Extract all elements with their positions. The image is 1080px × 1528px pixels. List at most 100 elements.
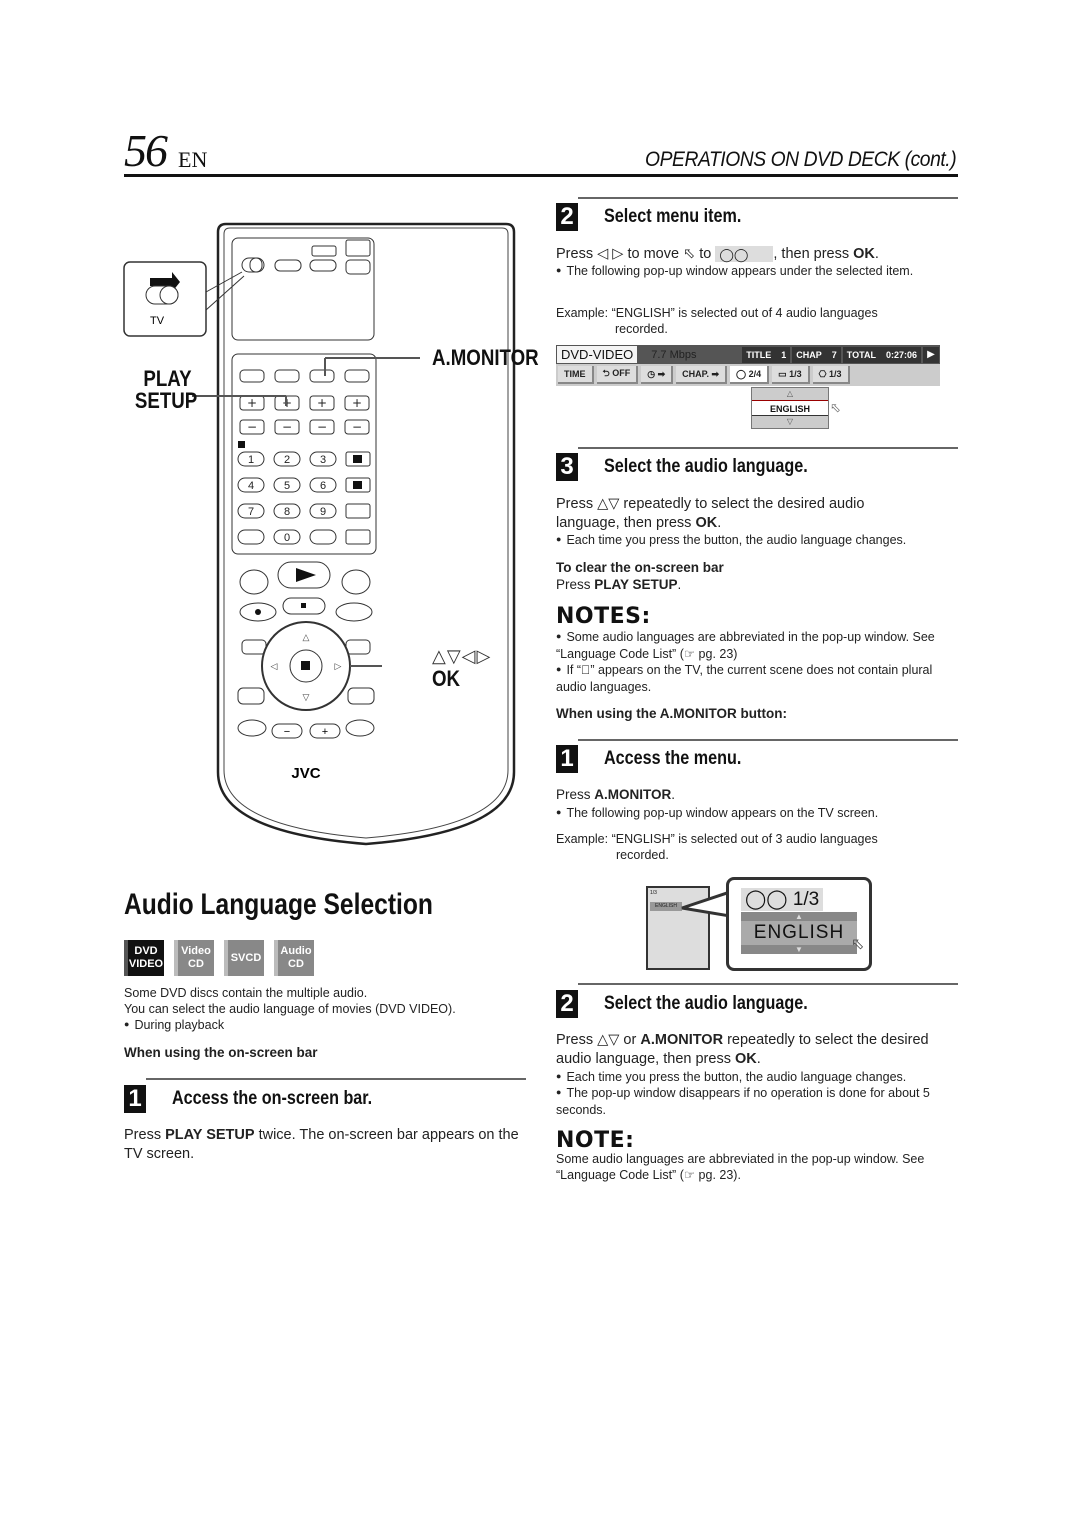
audio-count: ◯◯ 1/3 [741, 888, 824, 911]
step-2-heading: 2 Select menu item. [556, 203, 766, 231]
svg-text:◁: ◁ [271, 661, 278, 671]
left-step-1-text: Press PLAY SETUP twice. The on-screen ba… [124, 1127, 519, 1162]
svg-text:8: 8 [284, 506, 290, 518]
audio-icon-box: ◯◯ [715, 246, 774, 263]
svg-text:+: + [247, 396, 257, 410]
section-title: OPERATIONS ON DVD DECK (cont.) [644, 148, 957, 171]
disc-type: DVD-VIDEO [557, 346, 638, 363]
title-box: TITLE 1 [742, 346, 791, 363]
left-step-1-heading: 1 Access the on-screen bar. [124, 1085, 408, 1113]
svg-text:+: + [317, 396, 327, 410]
svg-text:−: − [317, 420, 327, 434]
badge-video-cd: Video CD [174, 940, 214, 976]
section-heading: Audio Language Selection [124, 888, 433, 921]
a-monitor-heading: When using the A.MONITOR button: [556, 706, 787, 721]
step-2-bullet: The following pop-up window appears unde… [556, 263, 956, 280]
step-2-text: Press ◁ ▷ to move ⬁ to ◯◯, then press OK… [556, 246, 879, 263]
disc-badges: DVD VIDEO Video CD SVCD Audio CD [124, 940, 314, 976]
svg-text:+: + [352, 396, 362, 410]
osd-chapter-button[interactable]: CHAP. ➡ [676, 366, 728, 384]
svg-text:2: 2 [284, 454, 290, 466]
play-icon: ▶ [923, 346, 939, 363]
step-rule [578, 447, 958, 449]
a-monitor-label: A.MONITOR [432, 345, 539, 370]
svg-text:+: + [322, 726, 328, 738]
note-item: If “⃠” appears on the TV, the current sc… [556, 662, 961, 695]
up-arrow: ▲ [741, 912, 857, 921]
osd-angle-button[interactable]: ⎔ 1/3 [812, 366, 850, 384]
arrow-keys-label: △▽◁▷ [432, 646, 492, 666]
clear-bar-heading: To clear the on-screen bar [556, 560, 724, 575]
svg-text:△: △ [303, 632, 310, 642]
mini-count: 1/3 [650, 890, 657, 896]
svg-text:−: − [284, 726, 290, 738]
osd-subtitle-button[interactable]: ▭ 1/3 [772, 366, 810, 384]
chap-box: CHAP 7 [792, 346, 841, 363]
step-rule [146, 1078, 526, 1080]
svg-text:4: 4 [248, 480, 254, 492]
total-box: TOTAL 0:27:06 [842, 346, 921, 363]
onscreen-bar: DVD-VIDEO 7.7 Mbps TITLE 1 CHAP 7 TOTAL 0:2… [556, 345, 940, 386]
page-language: EN [178, 147, 208, 172]
am-step-2-bullet: The pop-up window disappears if no opera… [556, 1085, 946, 1118]
step-2-example: Example: “ENGLISH” is selected out of 4 … [556, 306, 878, 320]
svg-text:3: 3 [320, 454, 326, 466]
badge-audio-cd: Audio CD [274, 940, 314, 976]
step-3-text: Press △▽ repeatedly to select the desire… [556, 496, 865, 531]
selected-language: ENGLISH [741, 921, 857, 945]
down-arrow: ▼ [741, 945, 857, 954]
header-rule [124, 174, 958, 177]
am-step-2-heading: 2 Select the audio language. [556, 990, 844, 1018]
svg-text:5: 5 [284, 480, 290, 492]
audio-popup: △ ENGLISH ▽ [751, 387, 829, 429]
cursor-icon: ⬁ [830, 400, 841, 415]
am-step-2-text: Press △▽ or A.MONITOR repeatedly to sele… [556, 1032, 929, 1067]
note-item: Some audio languages are abbreviated in … [556, 629, 961, 662]
audio-icon: ◯◯ [745, 889, 793, 910]
svg-text:▽: ▽ [303, 692, 310, 702]
cursor-icon: ⬁ [851, 936, 865, 953]
play-setup-label: PLAY SETUP [134, 366, 198, 413]
osd-audio-button[interactable]: ◯ 2/4 [730, 366, 770, 384]
clear-bar-text: Press PLAY SETUP. [556, 577, 682, 592]
am-step-1-heading: 1 Access the menu. [556, 745, 766, 773]
step-rule [578, 739, 958, 741]
onscreen-heading: When using the on-screen bar [124, 1045, 318, 1060]
badge-svcd: SVCD [224, 940, 264, 976]
audio-icon: ◯◯ [719, 247, 749, 263]
svg-text:9: 9 [320, 506, 326, 518]
svg-text:−: − [352, 420, 362, 434]
step-2-example-cont: recorded. [615, 322, 668, 336]
osd-time-button[interactable]: TIME [558, 366, 594, 384]
audio-monitor-popup: ◯◯ 1/3 ▲ ENGLISH ▼ ⬁ [726, 877, 872, 971]
intro-line-1: Some DVD discs contain the multiple audi… [124, 986, 368, 1000]
am-step-1-bullet: The following pop-up window appears on t… [556, 805, 956, 822]
note-text: Some audio languages are abbreviated in … [556, 1152, 925, 1182]
svg-text:0: 0 [284, 532, 290, 544]
step-rule [578, 983, 958, 985]
svg-text:6: 6 [320, 480, 326, 492]
am-step-1-text: Press A.MONITOR. [556, 787, 676, 802]
svg-text:1: 1 [248, 454, 254, 466]
mini-language: ENGLISH [650, 902, 682, 911]
note-heading: NOTE: [556, 1128, 635, 1153]
badge-dvd-video: DVD VIDEO [124, 940, 164, 976]
osd-repeat-button[interactable]: ⮌ OFF [596, 366, 639, 384]
step-rule [578, 197, 958, 199]
osd-time-search-button[interactable]: ◷ ➡ [641, 366, 674, 384]
svg-text:−: − [247, 420, 257, 434]
step-3-heading: 3 Select the audio language. [556, 453, 844, 481]
bit-rate: 7.7 Mbps [651, 348, 697, 361]
jvc-logo: JVC [291, 765, 320, 782]
svg-text:−: − [282, 420, 292, 434]
am-step-1-example: Example: “ENGLISH” is selected out of 3 … [556, 832, 878, 846]
popup-down-arrow: ▽ [752, 416, 828, 428]
a-monitor-button [309, 369, 335, 383]
svg-text:▷: ▷ [335, 661, 342, 671]
remote-illustration: TV ++++ −−−− 123 456 789 0 △▽◁▷ [123, 222, 516, 846]
step-3-bullet: Each time you press the button, the audi… [556, 532, 956, 549]
popup-up-arrow: △ [752, 388, 828, 400]
balloon-tail [681, 890, 730, 918]
notes-heading: NOTES: [556, 604, 651, 629]
tv-switch-label: TV [150, 315, 165, 327]
